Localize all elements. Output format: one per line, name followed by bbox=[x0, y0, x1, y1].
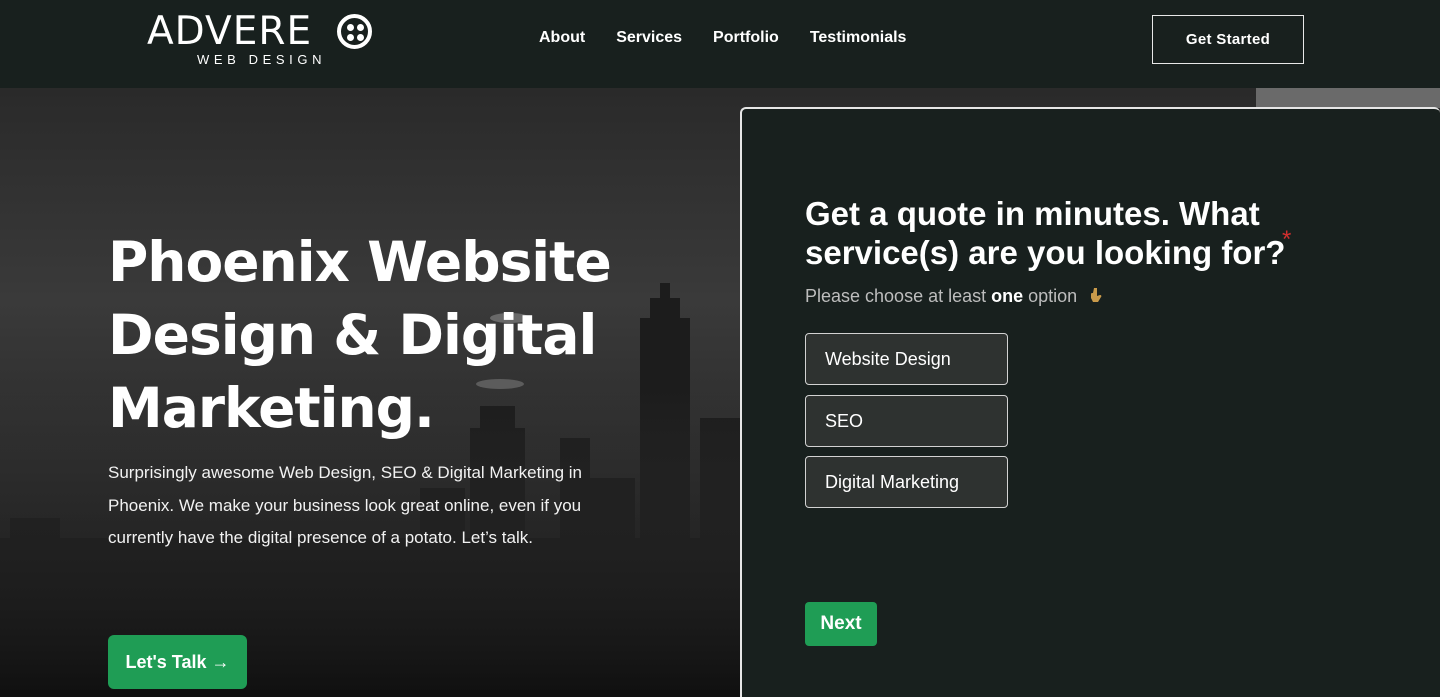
main-nav: About Services Portfolio Testimonials bbox=[539, 29, 906, 47]
nav-item-about[interactable]: About bbox=[539, 29, 585, 47]
quote-question: Get a quote in minutes. What service(s) … bbox=[805, 195, 1286, 271]
option-website-design[interactable]: Website Design bbox=[805, 333, 1008, 385]
advereo-logo[interactable]: ADVERE WEB DESIGN bbox=[147, 12, 377, 68]
logo-subtitle: WEB DESIGN bbox=[197, 52, 327, 67]
nav-item-portfolio[interactable]: Portfolio bbox=[713, 29, 779, 47]
background-strip bbox=[1256, 88, 1440, 108]
site-header: ADVERE WEB DESIGN About Services Portfol… bbox=[0, 0, 1440, 88]
hint-emphasis: one bbox=[991, 286, 1024, 306]
logo-wordmark: ADVERE bbox=[147, 9, 313, 54]
next-button[interactable]: Next bbox=[805, 602, 877, 646]
logo-ring-icon bbox=[337, 14, 372, 49]
get-started-button[interactable]: Get Started bbox=[1152, 15, 1304, 64]
pointing-down-hand-icon bbox=[1091, 288, 1102, 302]
hero-title: Phoenix Website Design & Digital Marketi… bbox=[108, 230, 612, 440]
nav-item-testimonials[interactable]: Testimonials bbox=[810, 29, 907, 47]
hint-prefix: Please choose at least bbox=[805, 286, 992, 306]
nav-item-services[interactable]: Services bbox=[616, 29, 682, 47]
option-digital-marketing[interactable]: Digital Marketing bbox=[805, 456, 1008, 508]
quote-form-panel: Get a quote in minutes. What service(s) … bbox=[740, 107, 1440, 697]
quote-hint: Please choose at least one option bbox=[805, 286, 1105, 307]
required-asterisk: * bbox=[1282, 226, 1292, 253]
hint-suffix: option bbox=[1023, 286, 1078, 306]
hero-description: Surprisingly awesome Web Design, SEO & D… bbox=[108, 463, 582, 547]
lets-talk-button[interactable]: Let's Talk → bbox=[108, 635, 247, 689]
option-seo[interactable]: SEO bbox=[805, 395, 1008, 447]
